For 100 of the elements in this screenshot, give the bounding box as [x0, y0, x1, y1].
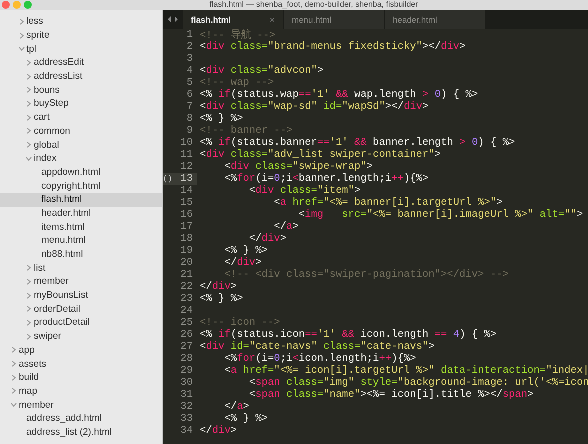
folder-item[interactable]: list: [0, 261, 162, 276]
folder-item[interactable]: less: [0, 15, 162, 29]
line-number: 32: [180, 401, 193, 413]
folder-item[interactable]: myBounsList: [0, 288, 162, 302]
chevron-right-icon[interactable]: [18, 32, 26, 40]
chevron-down-icon[interactable]: [10, 401, 18, 410]
bracket-marker: (): [163, 174, 173, 184]
chevron-right-icon[interactable]: [10, 387, 18, 396]
line-number: 34: [180, 425, 193, 437]
line-number: 8: [186, 113, 193, 125]
folder-item[interactable]: build: [0, 370, 162, 385]
chevron-right-icon[interactable]: [25, 127, 33, 136]
line-number: 3: [186, 53, 193, 65]
folder-item[interactable]: addressList: [0, 70, 162, 84]
chevron-right-icon[interactable]: [25, 72, 33, 81]
chevron-right-icon[interactable]: [25, 332, 33, 341]
line-number: 20: [180, 257, 193, 269]
chevron-right-icon[interactable]: [25, 100, 33, 108]
close-icon[interactable]: [2, 1, 10, 9]
code-line: <% if(status.wap=='1' && wap.length > 0) { %>: [199, 89, 478, 101]
line-number: 13: [180, 173, 193, 185]
chevron-right-icon[interactable]: [25, 86, 33, 94]
folder-item[interactable]: orderDetail: [0, 302, 162, 316]
folder-item[interactable]: member: [0, 275, 162, 289]
folder-item[interactable]: map: [0, 384, 162, 398]
chevron-right-icon[interactable]: [25, 114, 33, 122]
chevron-right-icon[interactable]: [25, 305, 33, 314]
code-line: <a href="<%= banner[i].targetUrl %>">: [273, 197, 503, 209]
code-line: <% } %>: [199, 113, 244, 125]
chevron-right-icon[interactable]: [10, 346, 18, 354]
folder-item[interactable]: cart: [0, 110, 162, 124]
folder-item[interactable]: addressEdit: [0, 56, 162, 70]
code-line: <a href="<%= icon[i].targetUrl %>" data-interaction="index|: [224, 365, 588, 377]
line-number: 19: [180, 245, 193, 257]
folder-item[interactable]: productDetail: [0, 316, 162, 330]
folder-item[interactable]: app: [0, 344, 162, 358]
chevron-down-icon[interactable]: [25, 154, 33, 163]
chevron-right-icon[interactable]: [25, 141, 33, 150]
file-item[interactable]: copyright.html: [0, 179, 162, 193]
chevron-right-icon[interactable]: [25, 264, 33, 272]
file-item[interactable]: appdown.html: [0, 166, 162, 180]
chevron-right-icon[interactable]: [10, 360, 18, 368]
code-line: <span class="name"><%= icon[i].title %></span>: [248, 389, 534, 401]
file-item[interactable]: flash.html: [0, 192, 162, 207]
line-number: 14: [180, 185, 193, 197]
line-number: 22: [180, 281, 193, 293]
folder-item[interactable]: tpl: [0, 42, 162, 56]
editor-tab[interactable]: menu.html: [284, 10, 384, 29]
file-item[interactable]: header.html: [0, 206, 162, 220]
minimize-icon[interactable]: [13, 1, 21, 9]
tab-navigation-icon[interactable]: [167, 16, 179, 23]
line-number: 29: [180, 365, 193, 377]
line-number: 27: [180, 341, 193, 353]
chevron-right-icon[interactable]: [10, 374, 18, 382]
line-number: 23: [180, 293, 193, 305]
code-line: <% } %>: [199, 293, 244, 305]
editor-tab[interactable]: flash.html ×: [183, 10, 283, 29]
line-number: 17: [180, 221, 193, 233]
code-line: </div>: [248, 233, 287, 245]
code-line: <%for(i=0;i<icon.length;i++){%>: [224, 353, 416, 365]
file-item[interactable]: address_add.html: [0, 412, 162, 426]
code-line: </div>: [199, 281, 238, 293]
folder-item[interactable]: index: [0, 152, 162, 166]
folder-item[interactable]: buyStep: [0, 97, 162, 111]
code-line: <% } %>: [224, 413, 268, 425]
folder-item[interactable]: swiper: [0, 330, 162, 344]
code-line: </div>: [224, 257, 262, 269]
line-number: 24: [180, 305, 193, 317]
code-line: </a>: [224, 401, 250, 413]
chevron-right-icon[interactable]: [25, 278, 33, 286]
file-item[interactable]: menu.html: [0, 234, 162, 248]
chevron-right-icon[interactable]: [25, 292, 33, 300]
line-number: 30: [180, 377, 193, 389]
code-line: <!-- icon -->: [199, 317, 280, 329]
chevron-right-icon[interactable]: [25, 318, 33, 327]
folder-item[interactable]: sprite: [0, 28, 162, 42]
file-item[interactable]: nb88.html: [0, 248, 162, 262]
file-item[interactable]: address_list (2).html: [0, 426, 162, 440]
window-title: flash.html — shenba_foot, demo-builder, shenba, fisbuilder: [208, 0, 420, 10]
code-line: <div class="swipe-wrap">: [224, 161, 374, 173]
code-line: <div class="adv_list swiper-container">: [199, 149, 442, 161]
file-item[interactable]: items.html: [0, 220, 162, 234]
folder-item[interactable]: global: [0, 138, 162, 152]
line-number: 4: [186, 65, 193, 77]
code-line: <%for(i=0;i<banner.length;i++){%>: [224, 173, 429, 185]
line-number: 6: [186, 89, 193, 101]
line-number: 11: [180, 149, 193, 161]
line-number: 7: [186, 101, 193, 113]
chevron-right-icon[interactable]: [25, 58, 33, 67]
folder-item[interactable]: member: [0, 398, 162, 412]
code-line: <% if(status.banner=='1' && banner.length > 0) { %>: [199, 137, 516, 149]
chevron-right-icon[interactable]: [18, 18, 26, 26]
line-number: 1: [186, 29, 193, 41]
folder-item[interactable]: bouns: [0, 83, 162, 98]
folder-item[interactable]: common: [0, 124, 162, 138]
chevron-down-icon[interactable]: [18, 45, 26, 54]
folder-item[interactable]: assets: [0, 357, 162, 371]
maximize-icon[interactable]: [24, 1, 32, 9]
editor-tab[interactable]: header.html: [385, 10, 485, 29]
line-number: 28: [180, 353, 193, 365]
